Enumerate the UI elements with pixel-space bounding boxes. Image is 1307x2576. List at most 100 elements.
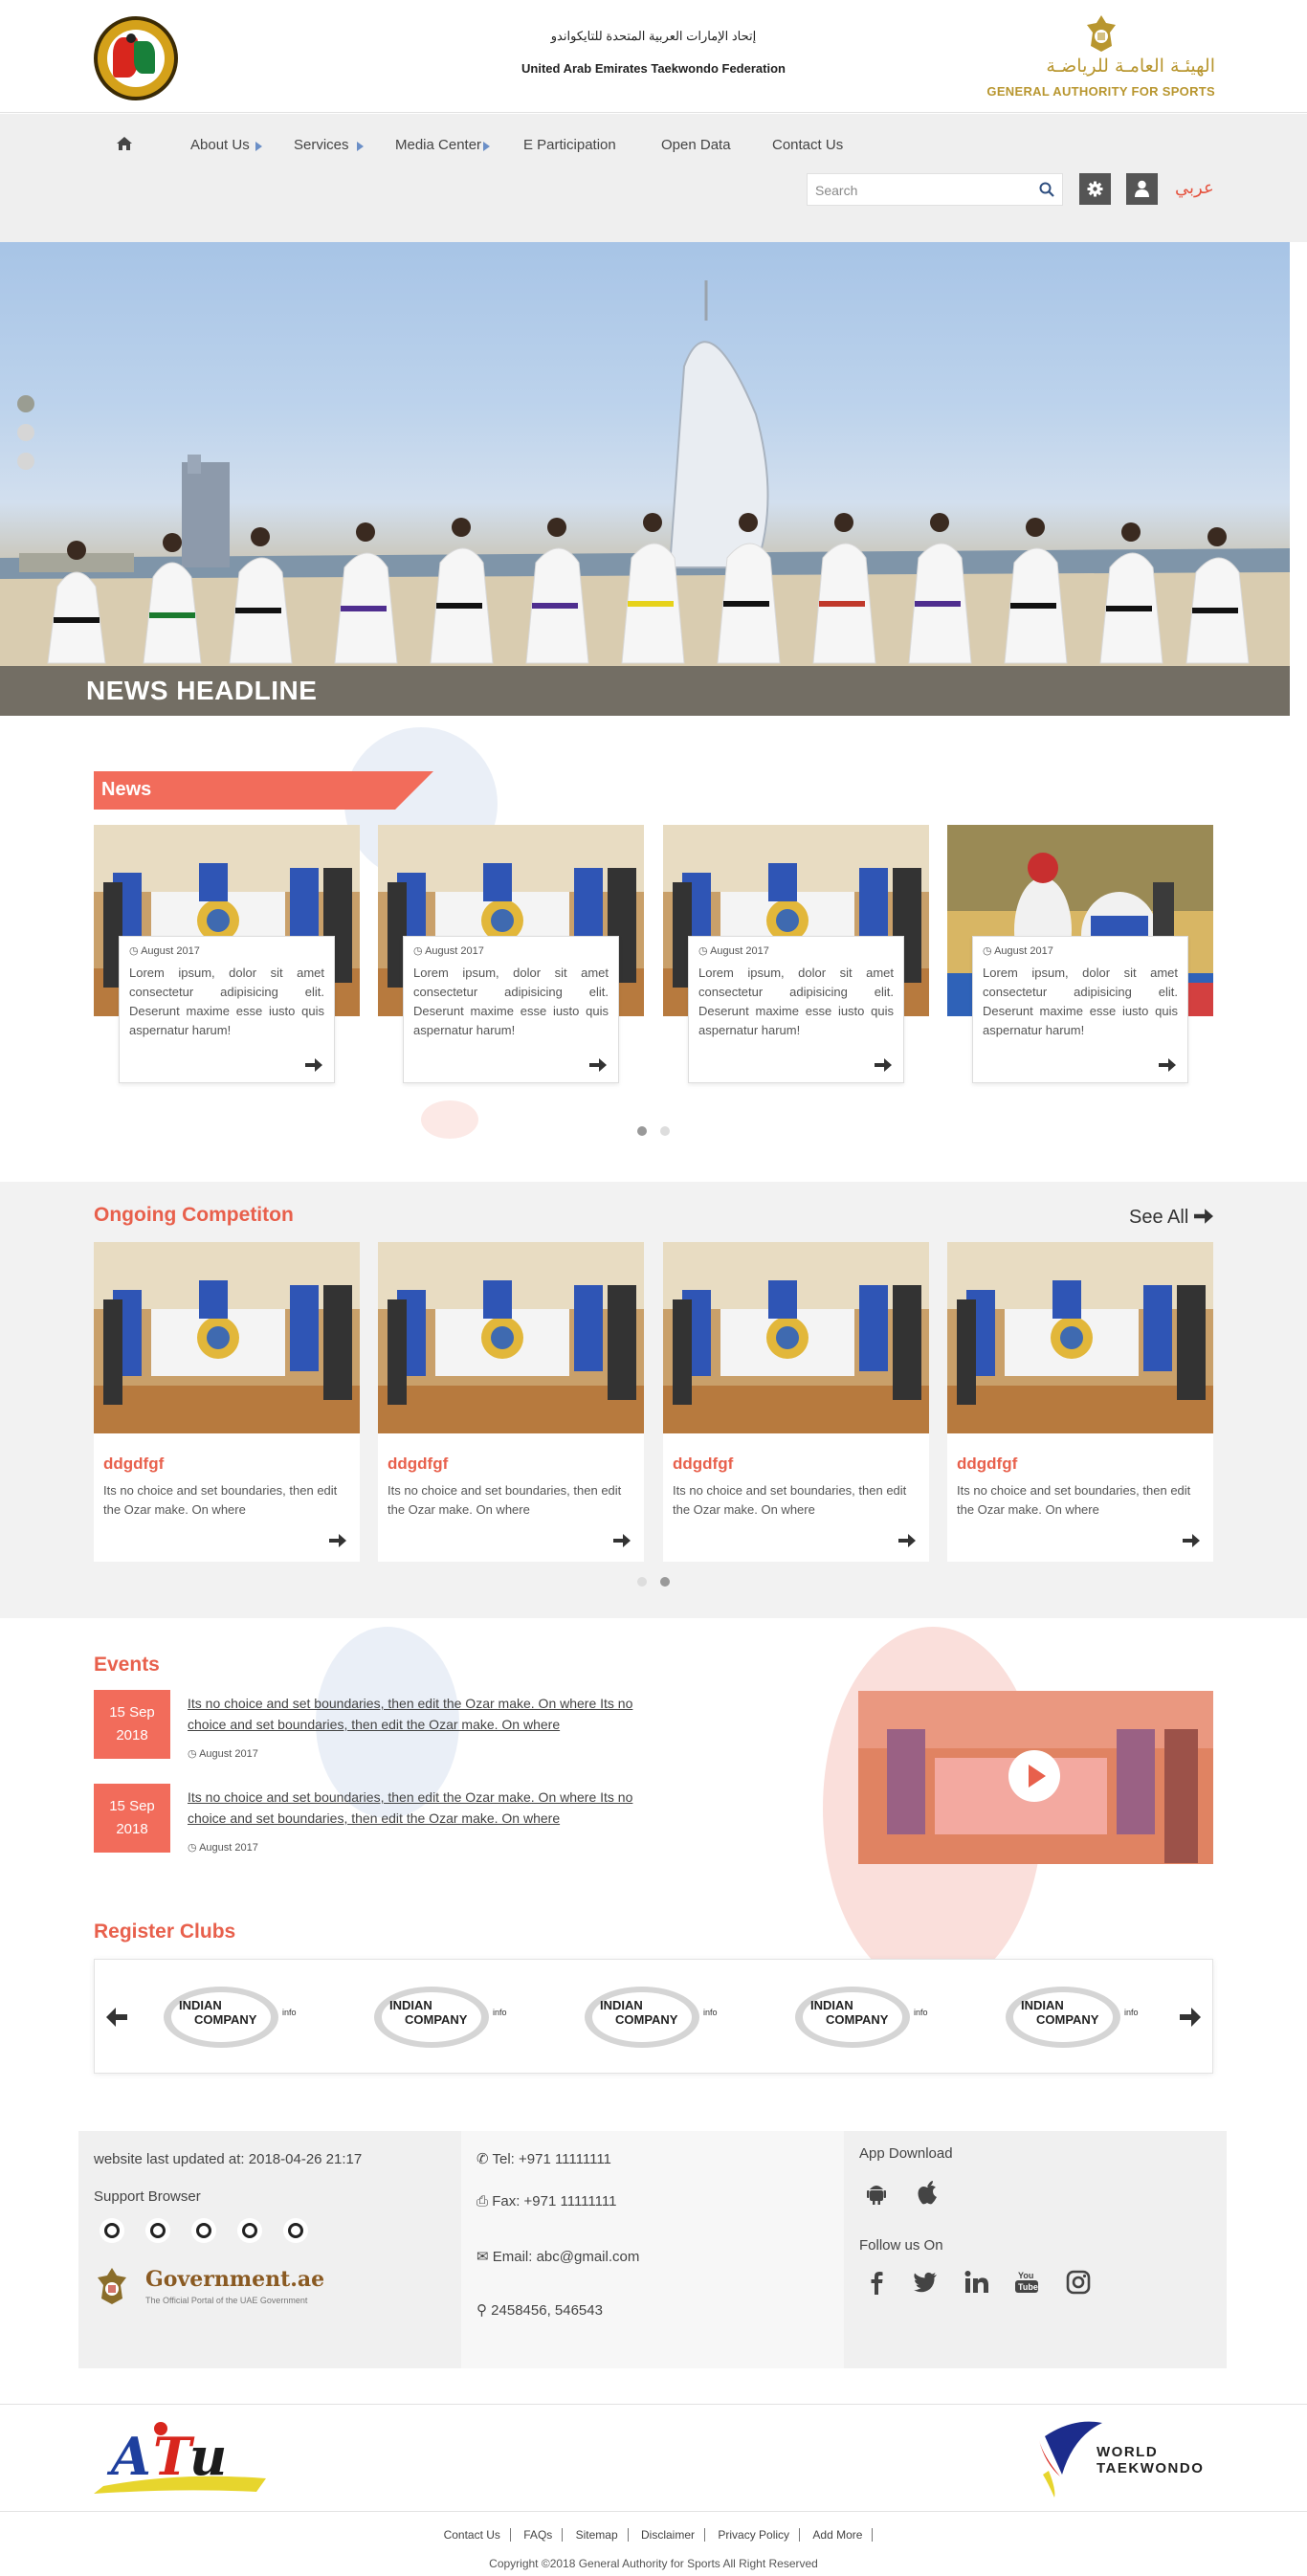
ie-browser-icon[interactable] <box>100 2218 124 2243</box>
club-logo-text: INDIAN <box>1021 1998 1064 2012</box>
chevron-right-icon <box>255 142 262 151</box>
club-logo[interactable]: INDIAN COMPANY info <box>372 1977 516 2057</box>
hero-slider[interactable]: NEWS HEADLINE <box>0 242 1290 716</box>
news-date-text: August 2017 <box>425 945 484 957</box>
home-icon[interactable] <box>117 137 132 150</box>
competition-page-dot-1[interactable] <box>637 1577 647 1587</box>
clock-icon: ◷ <box>188 1748 197 1760</box>
club-logo-suffix: info <box>914 2008 928 2017</box>
arrow-right-icon[interactable] <box>1180 2006 1201 2029</box>
envelope-icon: ✉ <box>476 2249 489 2265</box>
address-text: 2458456, 546543 <box>491 2302 603 2319</box>
clock-icon: ◷ <box>413 945 423 957</box>
nav-e-participation[interactable]: E Participation <box>523 137 616 160</box>
nav-media-center-label: Media Center <box>395 137 482 153</box>
event-link[interactable]: Its no choice and set boundaries, then e… <box>188 1693 647 1735</box>
nav-about-us[interactable]: About Us <box>190 137 262 160</box>
club-logo-text: INDIAN <box>179 1998 222 2012</box>
footer-link-privacy-policy[interactable]: Privacy Policy <box>708 2528 801 2542</box>
video-player[interactable] <box>858 1691 1213 1864</box>
opera-browser-icon[interactable] <box>283 2218 308 2243</box>
user-button[interactable] <box>1126 173 1158 205</box>
hero-headline[interactable]: NEWS HEADLINE <box>86 676 317 706</box>
slide-dot-3[interactable] <box>17 453 34 470</box>
footer-link-contact-us[interactable]: Contact Us <box>433 2528 511 2542</box>
firefox-browser-icon[interactable] <box>145 2218 170 2243</box>
arrow-right-icon[interactable] <box>1159 1057 1176 1073</box>
news-card[interactable]: ◷ August 2017 Lorem ipsum, dolor sit ame… <box>403 936 619 1083</box>
competition-card[interactable]: ddgdfgf Its no choice and set boundaries… <box>663 1242 929 1562</box>
instagram-icon[interactable] <box>1066 2270 1091 2295</box>
competition-page-dot-2[interactable] <box>660 1577 670 1587</box>
arrow-right-icon[interactable] <box>613 1533 631 1548</box>
event-day: 15 Sep <box>109 1704 155 1721</box>
federation-name-ar: إتحاد الإمارات العربية المتحدة للتايكوان… <box>550 29 757 43</box>
competition-card[interactable]: ddgdfgf Its no choice and set boundaries… <box>378 1242 644 1562</box>
contact-email[interactable]: ✉ Email: abc@gmail.com <box>476 2248 639 2265</box>
nav-services[interactable]: Services <box>294 137 364 160</box>
club-logo[interactable]: INDIAN COMPANY info <box>1004 1977 1147 2057</box>
news-page-dot-2[interactable] <box>660 1126 670 1136</box>
search-icon[interactable] <box>1039 182 1054 197</box>
nav-contact-us[interactable]: Contact Us <box>772 137 843 160</box>
nav-about-us-label: About Us <box>190 137 250 153</box>
safari-browser-icon[interactable] <box>237 2218 262 2243</box>
arrow-right-icon[interactable] <box>329 1533 346 1548</box>
uae-emblem-icon <box>1087 15 1116 52</box>
settings-button[interactable] <box>1079 173 1111 205</box>
footer-links: Contact Us FAQs Sitemap Disclaimer Priva… <box>0 2528 1307 2542</box>
gear-icon <box>1087 181 1103 197</box>
world-taekwondo-logo[interactable]: WORLD TAEKWONDO <box>1035 2417 1217 2498</box>
club-logo-suffix: info <box>282 2008 297 2017</box>
event-year: 2018 <box>116 1727 148 1743</box>
news-card[interactable]: ◷ August 2017 Lorem ipsum, dolor sit ame… <box>688 936 904 1083</box>
competition-card[interactable]: ddgdfgf Its no choice and set boundaries… <box>94 1242 360 1562</box>
footer-link-sitemap[interactable]: Sitemap <box>565 2528 629 2542</box>
language-switch[interactable]: عربي <box>1175 178 1214 198</box>
nav-e-participation-label: E Participation <box>523 137 616 153</box>
arrow-right-icon[interactable] <box>898 1533 916 1548</box>
arrow-right-icon[interactable] <box>589 1057 607 1073</box>
see-all-link[interactable]: See All <box>1129 1207 1213 1229</box>
club-logo[interactable]: INDIAN COMPANY info <box>583 1977 726 2057</box>
atu-logo[interactable]: A T u <box>94 2419 266 2496</box>
footer-link-add-more[interactable]: Add More <box>803 2528 874 2542</box>
svg-text:A: A <box>106 2426 151 2487</box>
competition-card[interactable]: ddgdfgf Its no choice and set boundaries… <box>947 1242 1213 1562</box>
linkedin-icon[interactable] <box>964 2270 989 2295</box>
copyright: Copyright ©2018 General Authority for Sp… <box>489 2557 818 2570</box>
slide-dot-2[interactable] <box>17 424 34 441</box>
android-icon[interactable] <box>867 2182 886 2205</box>
svg-text:Tube: Tube <box>1018 2282 1038 2292</box>
event-meta: ◷ August 2017 <box>188 1841 258 1854</box>
arrow-left-icon[interactable] <box>106 2006 127 2029</box>
twitter-icon[interactable] <box>913 2270 938 2295</box>
news-date: ◷ August 2017 <box>983 944 1053 957</box>
news-date: ◷ August 2017 <box>698 944 769 957</box>
club-logo[interactable]: INDIAN COMPANY info <box>162 1977 305 2057</box>
event-link[interactable]: Its no choice and set boundaries, then e… <box>188 1787 647 1829</box>
play-button[interactable] <box>1008 1750 1060 1802</box>
news-page-dot-1[interactable] <box>637 1126 647 1136</box>
arrow-right-icon[interactable] <box>875 1057 892 1073</box>
club-logo-suffix: info <box>703 2008 718 2017</box>
arrow-right-icon[interactable] <box>1183 1533 1200 1548</box>
club-logo[interactable]: INDIAN COMPANY info <box>793 1977 937 2057</box>
footer-link-disclaimer[interactable]: Disclaimer <box>631 2528 706 2542</box>
youtube-icon[interactable]: You Tube <box>1014 2270 1039 2295</box>
news-card[interactable]: ◷ August 2017 Lorem ipsum, dolor sit ame… <box>972 936 1188 1083</box>
chrome-browser-icon[interactable] <box>191 2218 216 2243</box>
news-card[interactable]: ◷ August 2017 Lorem ipsum, dolor sit ame… <box>119 936 335 1083</box>
svg-text:You: You <box>1018 2271 1033 2280</box>
nav-media-center[interactable]: Media Center <box>395 137 490 160</box>
facebook-icon[interactable] <box>865 2270 890 2295</box>
search-input[interactable] <box>815 180 1026 201</box>
world-taekwondo-text: TAEKWONDO <box>1097 2460 1205 2476</box>
slide-dot-1[interactable] <box>17 395 34 412</box>
arrow-right-icon[interactable] <box>305 1057 322 1073</box>
footer-link-faqs[interactable]: FAQs <box>514 2528 564 2542</box>
apple-icon[interactable] <box>917 2180 938 2205</box>
federation-logo[interactable] <box>94 16 178 100</box>
nav-open-data[interactable]: Open Data <box>661 137 731 160</box>
government-ae-logo[interactable]: Government.ae The Official Portal of the… <box>94 2263 324 2313</box>
